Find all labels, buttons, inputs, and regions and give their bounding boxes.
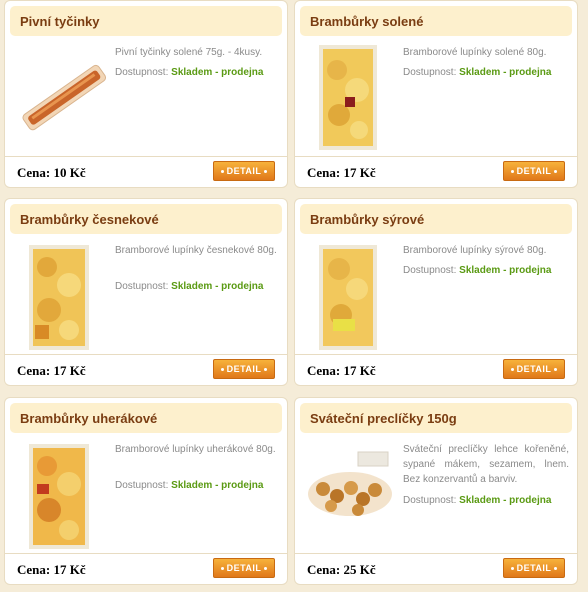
availability-value: Skladem - prodejna: [171, 480, 264, 491]
product-description: Bramborové lupínky sýrové 80g.: [403, 245, 547, 256]
product-card: Brambůrky česnekové Bramborové lupínky č…: [4, 198, 288, 386]
card-footer: Cena: 17 Kč DETAIL: [295, 156, 577, 187]
availability-value: Skladem - prodejna: [171, 281, 264, 292]
product-title[interactable]: Brambůrky česnekové: [10, 204, 282, 234]
product-image[interactable]: [29, 245, 89, 350]
product-image[interactable]: [319, 245, 377, 350]
card-footer: Cena: 25 Kč DETAIL: [295, 553, 577, 584]
product-title[interactable]: Brambůrky sýrové: [300, 204, 572, 234]
product-description: Bramborové lupínky uherákové 80g.: [115, 444, 276, 455]
detail-button[interactable]: DETAIL: [213, 161, 275, 181]
product-card: Sváteční preclíčky 150g Sváteční preclíč…: [294, 397, 578, 585]
product-price: Cena: 25 Kč: [307, 562, 376, 577]
product-image[interactable]: [319, 45, 377, 150]
product-availability: Dostupnost: Skladem - prodejna: [403, 67, 552, 78]
product-availability: Dostupnost: Skladem - prodejna: [115, 281, 264, 292]
product-price: Cena: 17 Kč: [17, 363, 86, 378]
card-footer: Cena: 17 Kč DETAIL: [5, 354, 287, 385]
product-availability: Dostupnost: Skladem - prodejna: [403, 265, 552, 276]
product-image[interactable]: [29, 444, 89, 549]
product-title[interactable]: Sváteční preclíčky 150g: [300, 403, 572, 433]
product-description: Pivní tyčinky solené 75g. - 4kusy.: [115, 47, 263, 58]
product-price: Cena: 17 Kč: [17, 562, 86, 577]
product-title[interactable]: Brambůrky solené: [300, 6, 572, 36]
detail-button[interactable]: DETAIL: [213, 359, 275, 379]
availability-value: Skladem - prodejna: [171, 67, 264, 78]
detail-button[interactable]: DETAIL: [503, 558, 565, 578]
product-availability: Dostupnost: Skladem - prodejna: [403, 495, 552, 506]
detail-button[interactable]: DETAIL: [213, 558, 275, 578]
product-description: Sváteční preclíčky lehce kořeněné, sypan…: [403, 444, 569, 485]
availability-value: Skladem - prodejna: [459, 265, 552, 276]
product-price: Cena: 17 Kč: [307, 165, 376, 180]
availability-value: Skladem - prodejna: [459, 67, 552, 78]
product-description: Bramborové lupínky solené 80g.: [403, 47, 547, 58]
product-price: Cena: 10 Kč: [17, 165, 86, 180]
product-grid: Pivní tyčinky Pivní tyčinky solené 75g. …: [0, 0, 588, 592]
card-footer: Cena: 17 Kč DETAIL: [5, 553, 287, 584]
product-availability: Dostupnost: Skladem - prodejna: [115, 67, 264, 78]
product-price: Cena: 17 Kč: [307, 363, 376, 378]
detail-button[interactable]: DETAIL: [503, 359, 565, 379]
product-image[interactable]: [17, 59, 112, 139]
card-footer: Cena: 17 Kč DETAIL: [295, 354, 577, 385]
product-card: Brambůrky uherákové Bramborové lupínky u…: [4, 397, 288, 585]
product-title[interactable]: Pivní tyčinky: [10, 6, 282, 36]
detail-button[interactable]: DETAIL: [503, 161, 565, 181]
availability-value: Skladem - prodejna: [459, 495, 552, 506]
product-card: Brambůrky sýrové Bramborové lupínky sýro…: [294, 198, 578, 386]
product-title[interactable]: Brambůrky uherákové: [10, 403, 282, 433]
product-card: Brambůrky solené Bramborové lupínky sole…: [294, 0, 578, 188]
product-image[interactable]: [303, 444, 397, 524]
card-footer: Cena: 10 Kč DETAIL: [5, 156, 287, 187]
product-availability: Dostupnost: Skladem - prodejna: [115, 480, 264, 491]
product-description: Bramborové lupínky česnekové 80g.: [115, 245, 277, 256]
product-card: Pivní tyčinky Pivní tyčinky solené 75g. …: [4, 0, 288, 188]
